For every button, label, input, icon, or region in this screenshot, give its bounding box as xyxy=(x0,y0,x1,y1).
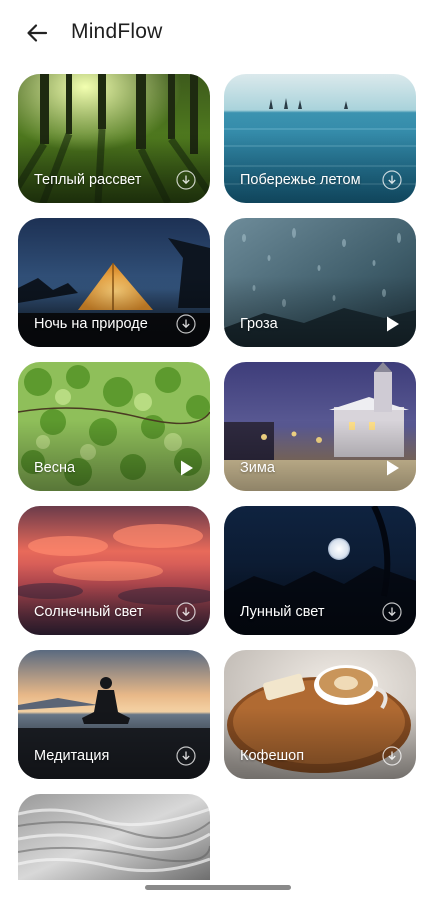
sound-card-meditation[interactable]: Медитация xyxy=(18,650,210,779)
download-icon[interactable] xyxy=(176,314,196,334)
app-title: MindFlow xyxy=(71,20,163,43)
sound-card-coffee-shop[interactable]: Кофешоп xyxy=(224,650,416,779)
sound-card-moonlight[interactable]: Лунный свет xyxy=(224,506,416,635)
sound-card-thunderstorm[interactable]: Гроза xyxy=(224,218,416,347)
sound-card-label: Побережье летом xyxy=(240,172,361,188)
sound-card-label: Теплый рассвет xyxy=(34,172,142,188)
sound-card-spring[interactable]: Весна xyxy=(18,362,210,491)
grey-texture-image xyxy=(18,794,210,880)
sound-card-label: Ночь на природе xyxy=(34,316,148,332)
download-icon[interactable] xyxy=(176,170,196,190)
sound-card-winter[interactable]: Зима xyxy=(224,362,416,491)
sound-card-label: Весна xyxy=(34,460,76,476)
sound-card-summer-coast[interactable]: Побережье летом xyxy=(224,74,416,203)
download-icon[interactable] xyxy=(176,746,196,766)
sound-card-label: Зима xyxy=(240,460,275,476)
arrow-left-icon xyxy=(27,24,48,42)
play-icon[interactable] xyxy=(176,458,196,478)
top-app-bar: MindFlow xyxy=(0,0,436,66)
sound-card-label: Солнечный свет xyxy=(34,604,144,620)
download-icon[interactable] xyxy=(382,746,402,766)
sound-card-warm-sunrise[interactable]: Теплый рассвет xyxy=(18,74,210,203)
download-icon[interactable] xyxy=(176,602,196,622)
sound-card-sunlight[interactable]: Солнечный свет xyxy=(18,506,210,635)
sound-card-night-nature[interactable]: Ночь на природе xyxy=(18,218,210,347)
sound-card-label: Гроза xyxy=(240,316,278,332)
sound-card-label: Лунный свет xyxy=(240,604,325,620)
download-icon[interactable] xyxy=(382,602,402,622)
sound-card-label: Кофешоп xyxy=(240,748,305,764)
sound-card-label: Медитация xyxy=(34,748,110,764)
sound-card-partial[interactable] xyxy=(18,794,210,880)
back-button[interactable] xyxy=(22,18,52,48)
play-icon[interactable] xyxy=(382,314,402,334)
download-icon[interactable] xyxy=(382,170,402,190)
play-icon[interactable] xyxy=(382,458,402,478)
home-indicator[interactable] xyxy=(145,885,291,890)
